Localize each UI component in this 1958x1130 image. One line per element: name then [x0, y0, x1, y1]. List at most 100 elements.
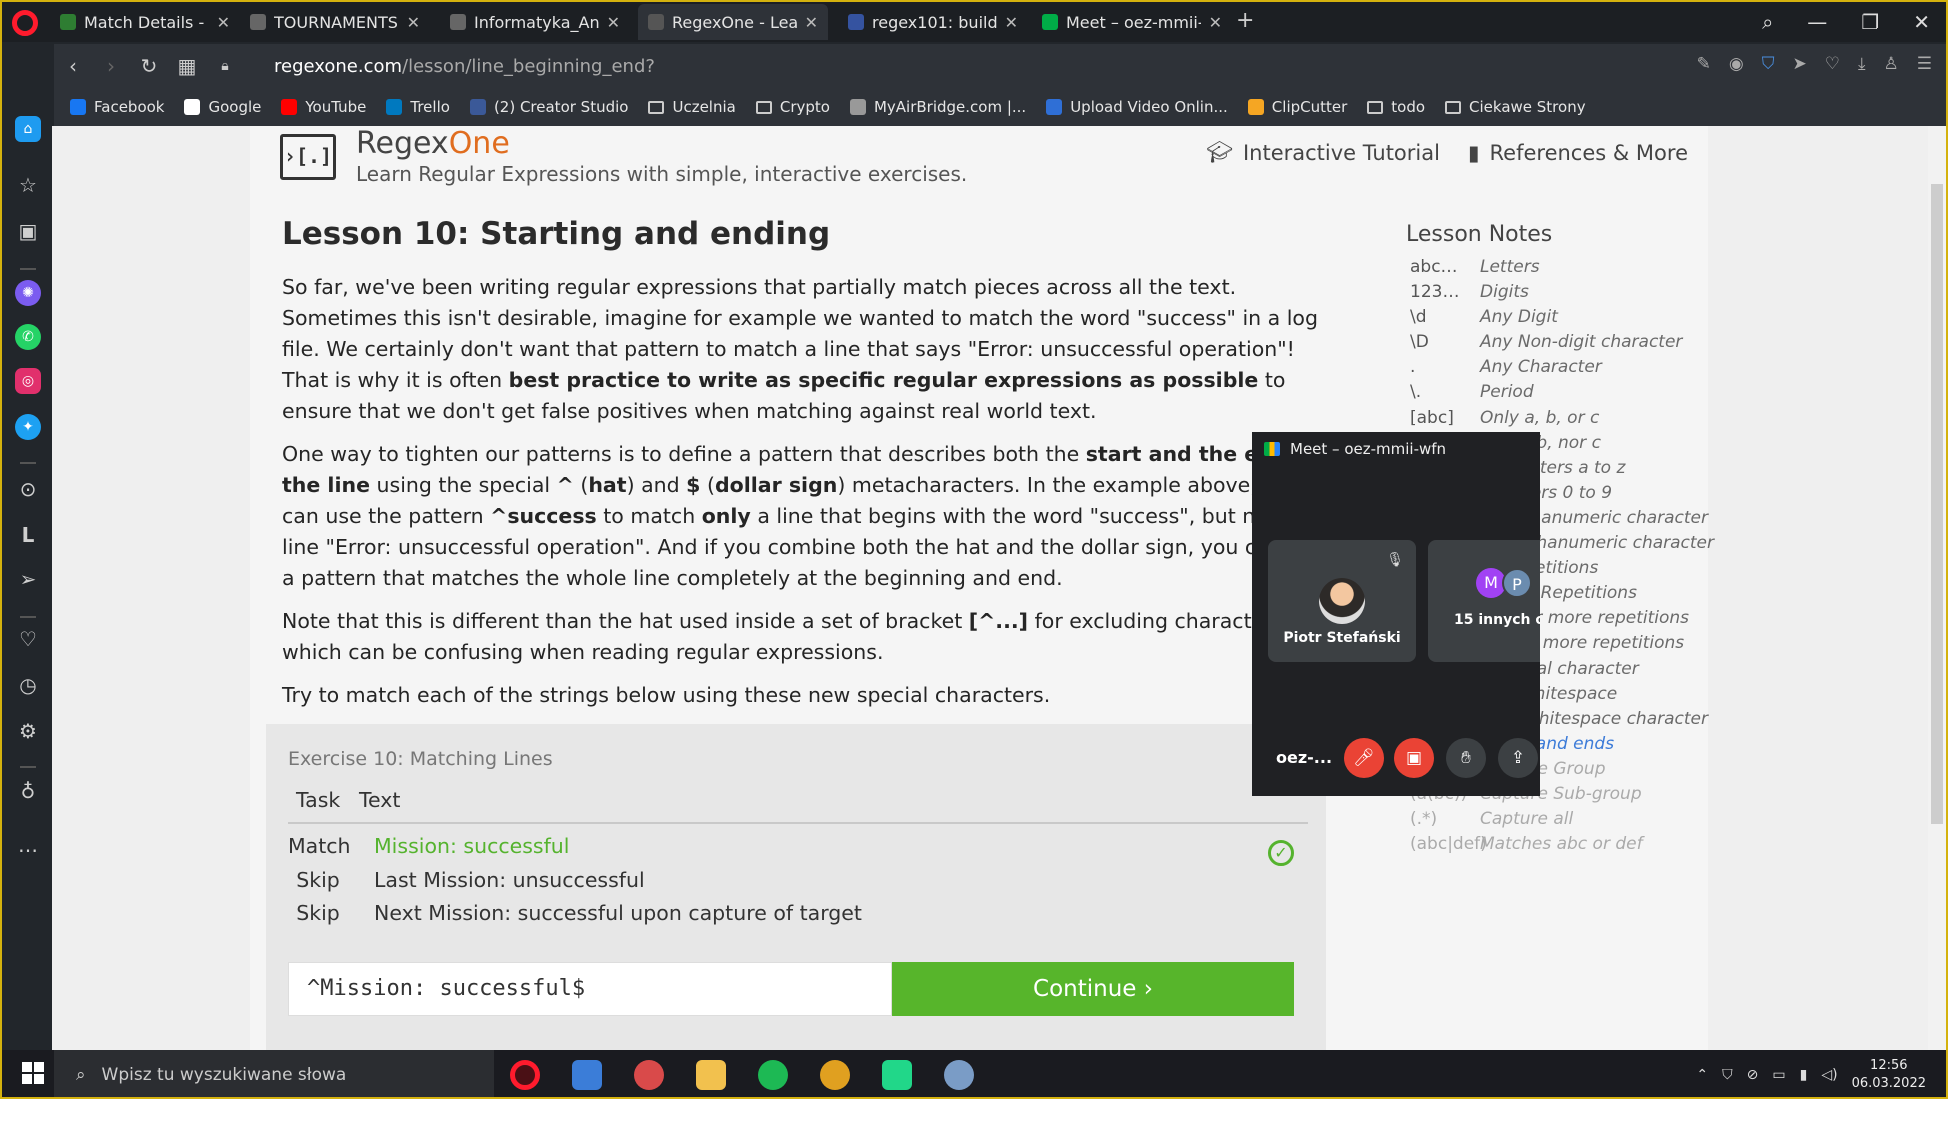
home-icon[interactable]: ⌂ [15, 116, 41, 142]
opera-taskbar-icon[interactable] [510, 1060, 540, 1090]
brand-name[interactable]: RegexOne [356, 126, 510, 161]
browser-tab[interactable]: Match Details - Modern W ✕ [50, 4, 240, 40]
lesson-note-item[interactable]: 123… Digits [1406, 280, 1708, 305]
regexone-logo-icon[interactable]: ›[.] [280, 134, 336, 180]
tab-close-icon[interactable]: ✕ [1005, 13, 1018, 32]
vpn-shield-icon[interactable]: ⛉ [1762, 54, 1775, 74]
flow-send-icon[interactable]: ➤ [1792, 54, 1806, 74]
opera-logo-icon[interactable] [12, 10, 38, 36]
bookmark-item[interactable]: todo [1367, 98, 1425, 116]
regex-input[interactable]: ^Mission: successful$ [288, 962, 892, 1016]
more-dots-icon[interactable]: … [15, 832, 41, 858]
settings-gear-icon[interactable]: ⚙ [15, 718, 41, 744]
minimize-icon[interactable]: — [1807, 10, 1827, 34]
bookmark-item[interactable]: Facebook [70, 98, 164, 116]
reload-icon[interactable]: ↻ [130, 54, 168, 78]
url-field[interactable]: regexone.com/lesson/line_beginning_end? [274, 56, 655, 77]
browser-tab[interactable]: Informatyka_AnalizaDanych ✕ [440, 4, 630, 40]
others-tile[interactable]: M P 15 innych osób [1428, 540, 1540, 662]
raise-hand-button[interactable]: ✋︎ [1446, 738, 1486, 778]
browser-tab[interactable]: TOURNAMENTS | Collatera ✕ [240, 4, 430, 40]
bookmark-item[interactable]: MyAirBridge.com |... [849, 98, 1026, 116]
favorites-heart-icon[interactable]: ♡ [15, 626, 41, 652]
spotify-icon[interactable] [758, 1060, 788, 1090]
app-taskbar-icon[interactable] [820, 1060, 850, 1090]
bookmark-item[interactable]: ClipCutter [1247, 98, 1347, 116]
download-icon[interactable]: ⤓ [1858, 54, 1866, 74]
present-screen-button[interactable]: ⇪ [1498, 738, 1538, 778]
twitter-icon[interactable]: ✦ [15, 414, 41, 440]
heart-icon[interactable]: ♡ [1825, 54, 1840, 74]
lesson-note-item[interactable]: (abc|def) Matches abc or def [1406, 832, 1708, 857]
bookmarks-star-icon[interactable]: ☆ [15, 172, 41, 198]
tips-bulb-icon[interactable]: ♁ [15, 778, 41, 804]
lesson-note-item[interactable]: \. Period [1406, 380, 1708, 405]
bookmark-item[interactable]: Uczelnia [648, 98, 736, 116]
tab-close-icon[interactable]: ✕ [1209, 13, 1222, 32]
l-icon[interactable]: L [15, 522, 41, 548]
lesson-note-item[interactable]: abc… Letters [1406, 255, 1708, 280]
wallet-icon[interactable]: ▣ [15, 218, 41, 244]
bookmark-item[interactable]: Ciekawe Strony [1445, 98, 1586, 116]
pycharm-icon[interactable] [882, 1060, 912, 1090]
tab-close-icon[interactable]: ✕ [607, 13, 620, 32]
taskbar-search[interactable]: ⌕ Wpisz tu wyszukiwane słowa [54, 1050, 494, 1097]
maximize-icon[interactable]: ❐ [1861, 10, 1879, 34]
easy-setup-icon[interactable]: ☰ [1917, 54, 1932, 74]
instagram-icon[interactable]: ◎ [15, 368, 41, 394]
account-icon[interactable]: ♙ [1884, 54, 1899, 74]
lesson-note-item[interactable]: [abc] Only a, b, or c [1406, 406, 1708, 431]
new-tab-plus-icon[interactable]: + [1236, 8, 1254, 33]
browser-tab[interactable]: RegexOne - Learn Regular E ✕ [638, 4, 828, 40]
browser-tab[interactable]: Meet – oez-mmii-wfn ✕ [1032, 4, 1232, 40]
player-icon[interactable]: ⊙ [15, 476, 41, 502]
mic-toggle-button[interactable]: 🎤︎ [1344, 738, 1384, 778]
sync-icon[interactable]: ⊘ [1747, 1067, 1759, 1083]
bookmark-item[interactable]: YouTube [281, 98, 366, 116]
file-explorer-icon[interactable] [696, 1060, 726, 1090]
whatsapp-icon[interactable]: ✆ [15, 324, 41, 350]
battery-icon[interactable]: ▮ [1800, 1067, 1808, 1083]
defender-icon[interactable]: ⛉ [1722, 1067, 1733, 1083]
page-scrollbar[interactable] [1928, 126, 1946, 1050]
back-icon[interactable]: ‹ [54, 54, 92, 78]
lesson-note-item[interactable]: (.*) Capture all [1406, 807, 1708, 832]
browser-tab[interactable]: regex101: build, test, and d ✕ [838, 4, 1028, 40]
history-clock-icon[interactable]: ◷ [15, 672, 41, 698]
scroll-thumb[interactable] [1931, 184, 1943, 824]
bookmark-item[interactable]: Google [184, 98, 261, 116]
messenger-icon[interactable]: ✺ [15, 280, 41, 306]
send-icon[interactable]: ➢ [15, 566, 41, 592]
bold-text: $ [686, 473, 701, 497]
bookmark-item[interactable]: Trello [386, 98, 450, 116]
lesson-note-item[interactable]: \D Any Non-digit character [1406, 330, 1708, 355]
bookmark-item[interactable]: (2) Creator Studio [469, 98, 628, 116]
camera-toggle-button[interactable]: ▣ [1394, 738, 1434, 778]
participant-tile[interactable]: 🎙︎ Piotr Stefański [1268, 540, 1416, 662]
network-icon[interactable]: ▭ [1772, 1067, 1785, 1083]
bookmark-item[interactable]: Upload Video Onlin... [1046, 98, 1228, 116]
speed-dial-icon[interactable]: ▦ [168, 54, 206, 78]
continue-button[interactable]: Continue › [892, 962, 1294, 1016]
nav-references[interactable]: ▮ References & More [1468, 140, 1688, 165]
meet-pip-window[interactable]: Meet – oez-mmii-wfn 🎙︎ Piotr Stefański M… [1252, 432, 1540, 796]
lesson-note-item[interactable]: . Any Character [1406, 355, 1708, 380]
windows-start-icon[interactable] [22, 1062, 44, 1084]
nav-interactive-tutorial[interactable]: 🎓︎ Interactive Tutorial [1206, 140, 1440, 165]
volume-icon[interactable]: ◁) [1821, 1067, 1837, 1083]
close-window-icon[interactable]: ✕ [1913, 10, 1930, 34]
app-taskbar-icon[interactable] [634, 1060, 664, 1090]
camera-icon[interactable]: ◉ [1729, 54, 1744, 74]
tab-close-icon[interactable]: ✕ [407, 13, 420, 32]
tray-chevron-icon[interactable]: ⌃ [1696, 1067, 1708, 1083]
tab-close-icon[interactable]: ✕ [805, 13, 818, 32]
bookmark-item[interactable]: Crypto [755, 98, 830, 116]
clock[interactable]: 12:56 06.03.2022 [1852, 1057, 1926, 1093]
lesson-note-item[interactable]: \d Any Digit [1406, 305, 1708, 330]
paint-icon[interactable] [944, 1060, 974, 1090]
tab-close-icon[interactable]: ✕ [217, 13, 230, 32]
search-tabs-icon[interactable]: ⌕ [1762, 10, 1773, 34]
snapshot-icon[interactable]: ✎ [1697, 54, 1711, 74]
forward-icon[interactable]: › [92, 54, 130, 78]
app-taskbar-icon[interactable] [572, 1060, 602, 1090]
